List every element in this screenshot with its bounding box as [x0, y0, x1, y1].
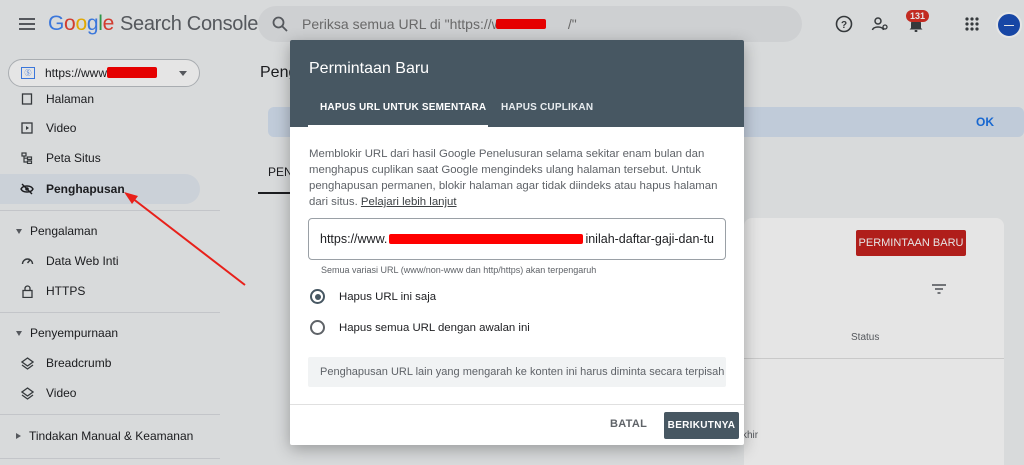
active-tab-indicator — [308, 125, 488, 127]
radio-label: Hapus URL ini saja — [339, 290, 437, 303]
notification-count-badge: 131 — [906, 10, 930, 22]
main-tab-indicator — [258, 192, 290, 194]
redaction-mark — [107, 67, 157, 78]
sidebar: Ⓢ https://www Halaman Video Peta Situs P… — [0, 48, 220, 465]
section-label: Penyempurnaan — [30, 326, 119, 340]
sidebar-item-label: Peta Situs — [46, 151, 101, 165]
gauge-icon — [20, 254, 34, 268]
apps-grid-icon[interactable] — [960, 12, 984, 36]
dialog-header: Permintaan Baru HAPUS URL UNTUK SEMENTAR… — [290, 40, 744, 127]
sidebar-section-pengalaman[interactable]: Pengalaman — [0, 219, 200, 243]
cancel-button[interactable]: BATAL — [610, 418, 647, 430]
help-icon[interactable]: ? — [832, 12, 856, 36]
redaction-mark — [496, 19, 546, 29]
radio-selected-icon[interactable] — [310, 289, 325, 304]
radio-remove-all-with-prefix[interactable]: Hapus semua URL dengan awalan ini — [310, 320, 530, 335]
new-request-button[interactable]: PERMINTAAN BARU — [856, 230, 966, 256]
radio-remove-this-url-only[interactable]: Hapus URL ini saja — [310, 289, 436, 304]
sidebar-item-label: HTTPS — [46, 284, 86, 298]
sidebar-item-penghapusan[interactable]: Penghapusan — [0, 174, 200, 204]
url-value-start: https://www. — [320, 232, 388, 246]
table-divider — [744, 358, 1004, 359]
url-helper-text: Semua variasi URL (www/non-www dan http/… — [321, 265, 597, 275]
url-value-end: inilah-daftar-gaji-dan-tu — [585, 232, 714, 246]
status-column-header[interactable]: Status — [851, 332, 879, 343]
sidebar-section-penyempurnaan[interactable]: Penyempurnaan — [0, 321, 200, 345]
sidebar-item-label: Penghapusan — [46, 182, 125, 196]
tab-clear-cached-url[interactable]: HAPUS CUPLIKAN — [501, 102, 593, 113]
layers-icon — [20, 356, 34, 370]
sitemap-icon — [20, 151, 34, 165]
sidebar-divider — [0, 312, 220, 313]
section-expand-icon — [16, 433, 21, 439]
sidebar-section-tindakan-manual[interactable]: Tindakan Manual & Keamanan — [0, 424, 200, 448]
section-label: Pengalaman — [30, 224, 98, 238]
redaction-mark — [389, 234, 584, 244]
banner-ok-button[interactable]: OK — [976, 115, 994, 129]
property-url: https://www — [45, 66, 108, 80]
section-collapse-icon — [16, 330, 22, 336]
sidebar-item-https[interactable]: HTTPS — [0, 276, 200, 306]
dialog-description: Memblokir URL dari hasil Google Penelusu… — [309, 146, 734, 210]
dialog-title: Permintaan Baru — [309, 60, 430, 77]
sidebar-divider — [0, 458, 220, 459]
radio-label: Hapus semua URL dengan awalan ini — [339, 321, 530, 334]
page-icon — [20, 92, 34, 106]
main-tab[interactable]: PEN — [268, 165, 293, 179]
filter-icon[interactable] — [932, 284, 946, 294]
menu-icon[interactable] — [17, 14, 37, 34]
sidebar-divider — [0, 210, 220, 211]
next-button[interactable]: BERIKUTNYA — [664, 412, 739, 439]
layers-icon — [20, 386, 34, 400]
property-favicon-icon: Ⓢ — [21, 67, 35, 79]
removal-eye-off-icon — [20, 182, 34, 196]
sidebar-item-label: Breadcrumb — [46, 356, 112, 370]
app-logo[interactable]: Google Search Console — [48, 12, 258, 36]
sidebar-item-halaman[interactable]: Halaman — [0, 90, 200, 106]
sidebar-item-video-enhancement[interactable]: Video — [0, 378, 200, 408]
info-note: Penghapusan URL lain yang mengarah ke ko… — [308, 357, 726, 387]
property-selector[interactable]: Ⓢ https://www — [8, 59, 200, 87]
new-request-dialog: Permintaan Baru HAPUS URL UNTUK SEMENTAR… — [290, 40, 744, 445]
sidebar-item-breadcrumb[interactable]: Breadcrumb — [0, 348, 200, 378]
account-avatar[interactable] — [996, 12, 1022, 38]
manage-users-icon[interactable] — [868, 12, 892, 36]
url-input-field[interactable]: https://www. inilah-daftar-gaji-dan-tu — [308, 218, 726, 260]
table-partial-text: khir — [742, 430, 759, 441]
sidebar-divider — [0, 414, 220, 415]
learn-more-link[interactable]: Pelajari lebih lanjut — [361, 196, 457, 208]
tab-remove-url-temporarily[interactable]: HAPUS URL UNTUK SEMENTARA — [320, 102, 486, 113]
sidebar-item-label: Video — [46, 386, 77, 400]
dialog-footer-divider — [290, 404, 744, 405]
sidebar-item-label: Halaman — [46, 92, 95, 106]
sidebar-item-label: Video — [46, 121, 77, 135]
video-icon — [20, 121, 34, 135]
chevron-down-icon — [179, 71, 187, 76]
sidebar-item-label: Data Web Inti — [46, 254, 119, 268]
svg-text:?: ? — [841, 20, 847, 31]
sidebar-item-peta-situs[interactable]: Peta Situs — [0, 143, 200, 173]
section-collapse-icon — [16, 228, 22, 234]
section-label: Tindakan Manual & Keamanan — [29, 429, 194, 443]
sidebar-item-video[interactable]: Video — [0, 113, 200, 143]
sidebar-item-data-web-inti[interactable]: Data Web Inti — [0, 246, 200, 276]
radio-unselected-icon[interactable] — [310, 320, 325, 335]
search-icon — [272, 16, 288, 32]
product-name: Search Console — [119, 13, 259, 35]
lock-icon — [20, 284, 34, 298]
